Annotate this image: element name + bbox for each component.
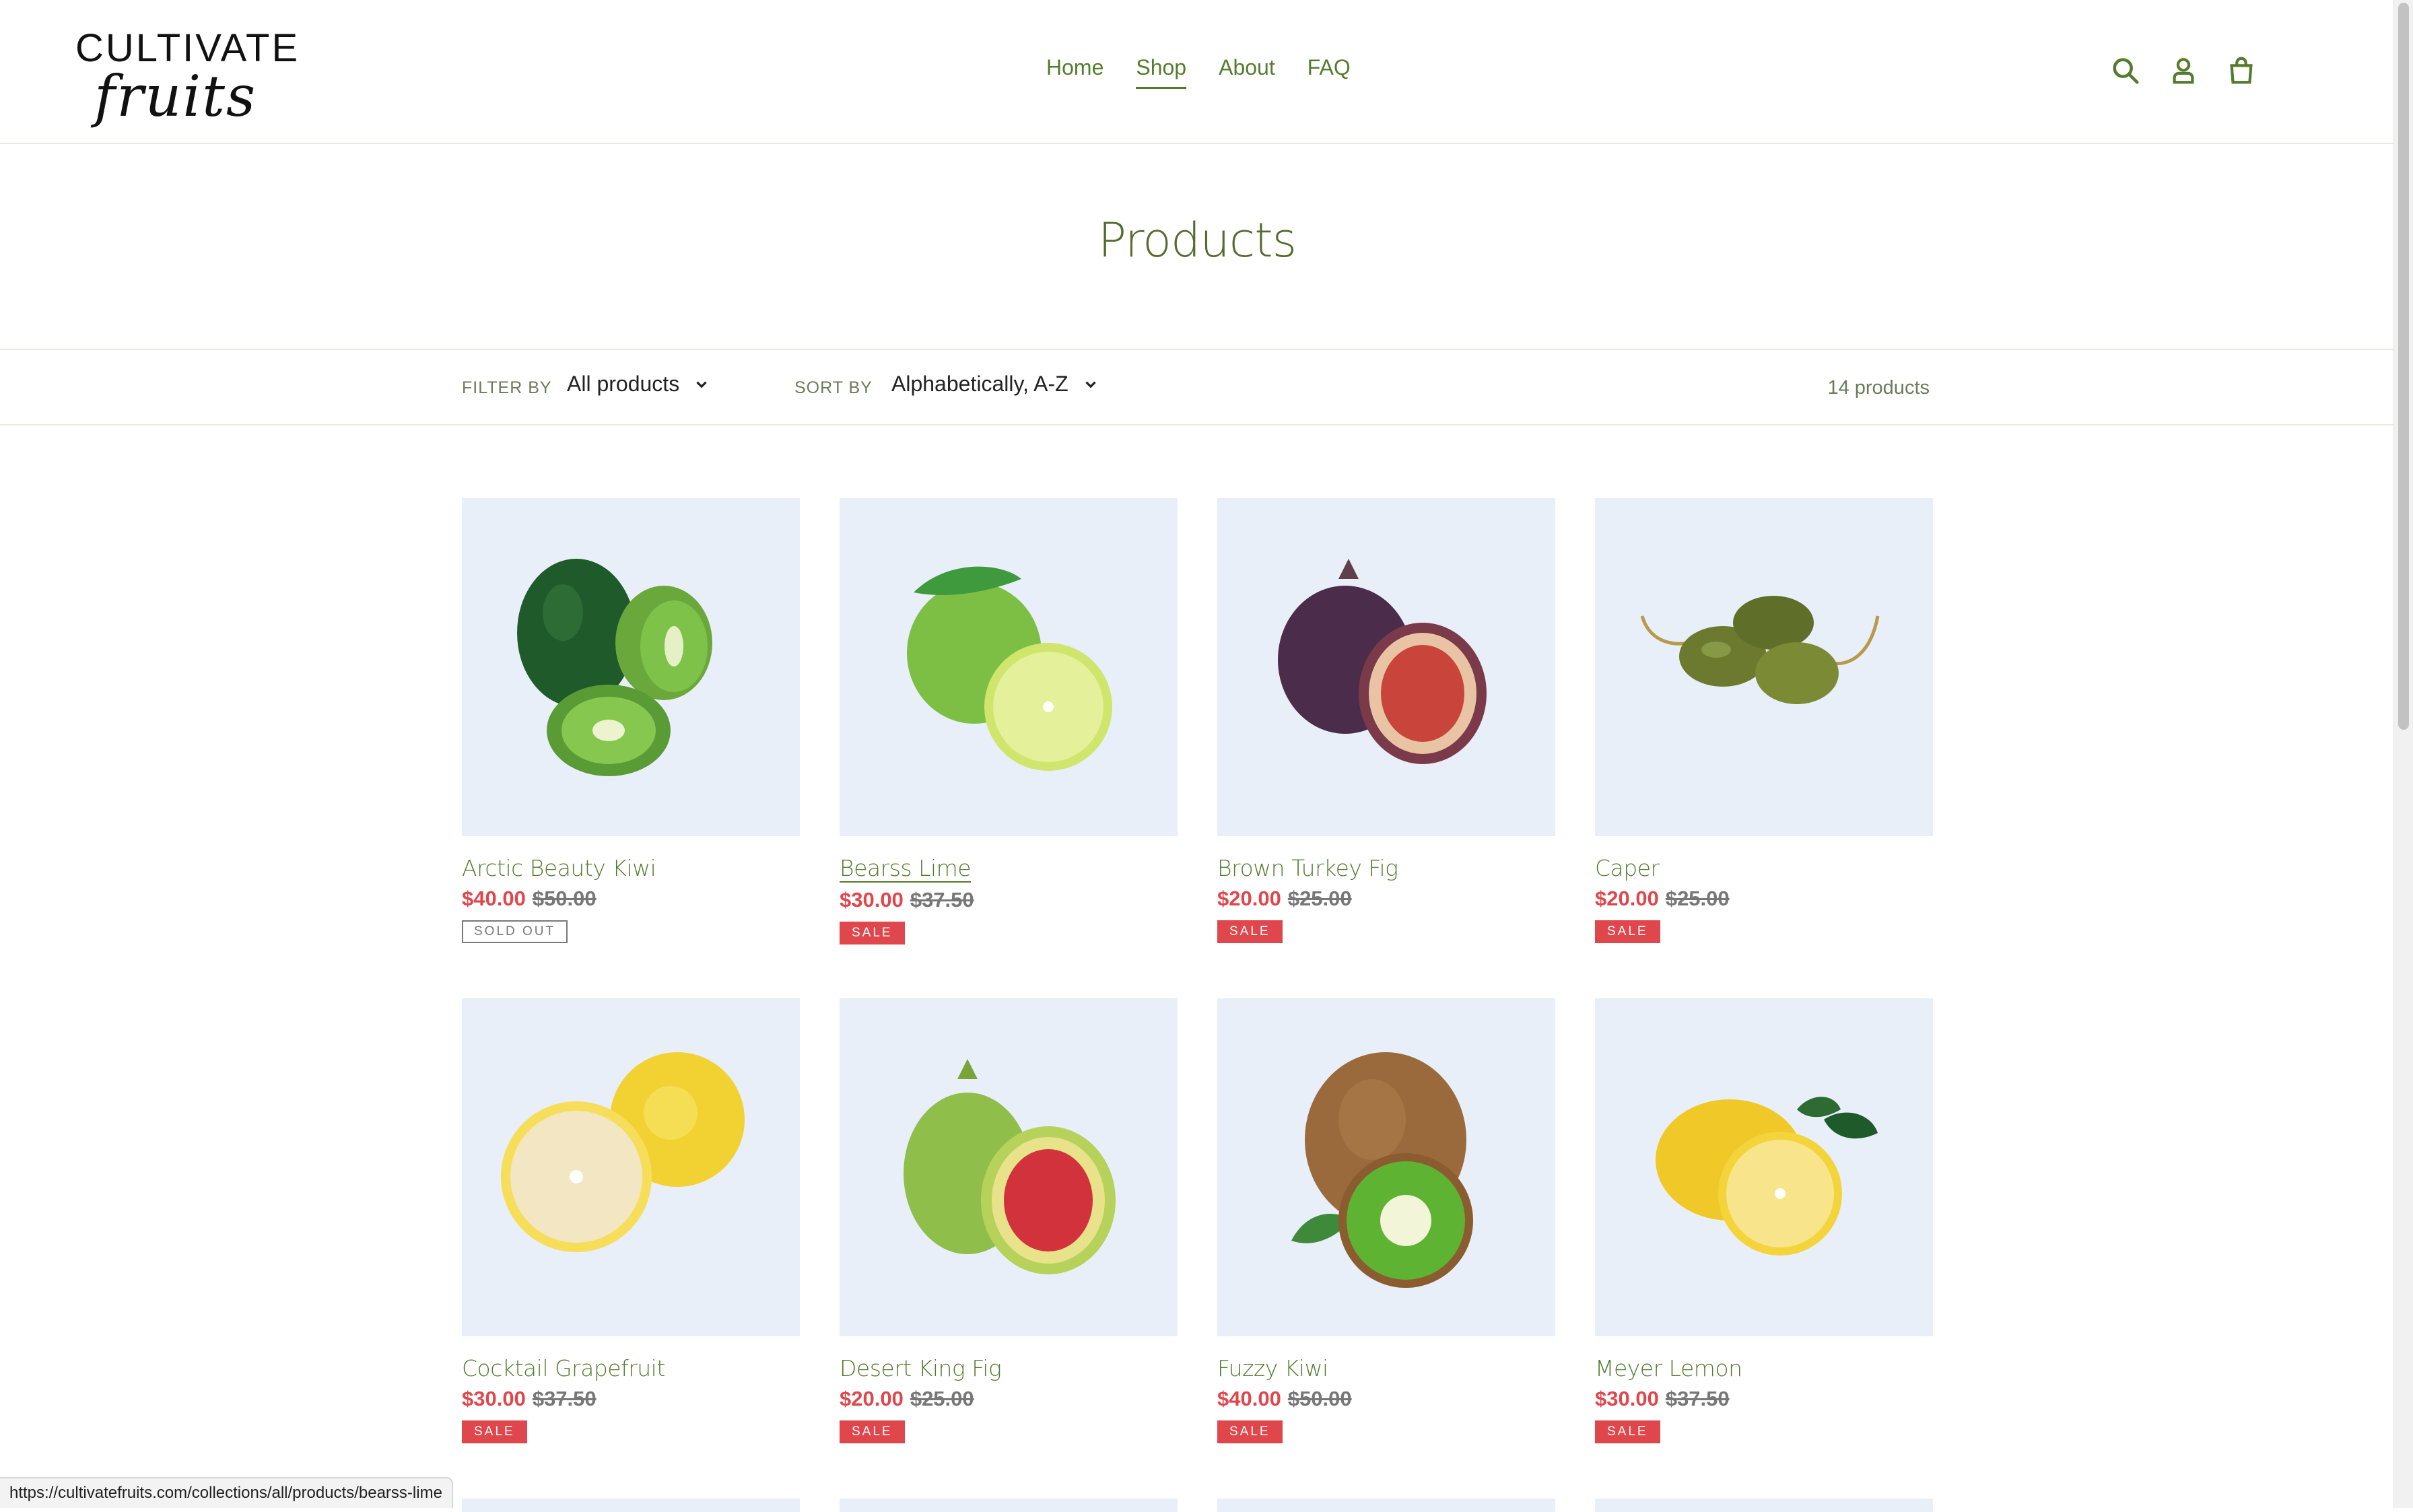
nav-home[interactable]: Home	[1046, 55, 1103, 89]
brand-logo[interactable]: CULTIVATE fruits	[75, 24, 298, 129]
sale-badge: SALE	[1595, 1420, 1660, 1443]
product-card[interactable]: Cocktail Grapefruit $30.00 $37.50 SALE	[462, 998, 800, 1443]
price-block: $20.00 $25.00	[1595, 887, 1933, 911]
price-block: $30.00 $37.50	[1595, 1387, 1933, 1411]
sale-badge: SALE	[840, 1420, 905, 1443]
vertical-scrollbar[interactable]	[2393, 0, 2413, 1508]
regular-price: $25.00	[1287, 887, 1352, 910]
logo-line-2: fruits	[94, 63, 257, 129]
product-card[interactable]: Meyer Lemon $30.00 $37.50 SALE	[1595, 998, 1933, 1443]
product-image[interactable]	[840, 498, 1178, 836]
sale-badge: SALE	[1217, 1420, 1283, 1443]
sold-out-badge: SOLD OUT	[462, 920, 568, 943]
product-title[interactable]: Desert King Fig	[840, 1355, 1002, 1381]
product-title[interactable]: Caper	[1595, 855, 1660, 881]
page-title: Products	[1097, 213, 1297, 268]
sale-price: $20.00	[1595, 887, 1659, 910]
price-block: $40.00 $50.00	[1217, 1387, 1555, 1411]
product-card[interactable]: Arctic Beauty Kiwi $40.00 $50.00 SOLD OUT	[462, 498, 800, 943]
filter-select[interactable]: All products	[567, 372, 710, 397]
cart-icon[interactable]	[2226, 55, 2257, 86]
product-title[interactable]: Arctic Beauty Kiwi	[462, 855, 656, 881]
sale-price: $30.00	[840, 888, 904, 912]
sort-select[interactable]: Alphabetically, A-Z	[891, 372, 1099, 397]
product-count: 14 products	[1827, 377, 1930, 399]
product-image[interactable]	[1217, 498, 1555, 836]
chevron-down-icon	[1085, 381, 1096, 388]
product-card[interactable]: Fuzzy Kiwi $40.00 $50.00 SALE	[1217, 998, 1555, 1443]
nav-about[interactable]: About	[1219, 55, 1275, 89]
regular-price: $37.50	[1665, 1387, 1730, 1410]
regular-price: $37.50	[910, 888, 974, 912]
product-image[interactable]	[1595, 1499, 1933, 1512]
regular-price: $50.00	[532, 887, 597, 910]
product-image[interactable]	[1217, 998, 1555, 1336]
regular-price: $37.50	[532, 1387, 597, 1410]
product-image[interactable]	[840, 998, 1178, 1336]
nav-shop[interactable]: Shop	[1136, 55, 1187, 89]
filter-value: All products	[567, 372, 680, 396]
site-header: CULTIVATE fruits Home Shop About FAQ	[0, 0, 2394, 144]
product-card[interactable]: Bearss Lime $30.00 $37.50 SALE	[840, 498, 1178, 944]
product-image[interactable]	[1595, 998, 1933, 1336]
sale-badge: SALE	[1217, 920, 1283, 943]
scrollbar-thumb[interactable]	[2398, 3, 2409, 730]
product-image[interactable]	[1595, 498, 1933, 836]
product-title[interactable]: Brown Turkey Fig	[1217, 855, 1398, 881]
link-status-bar: https://cultivatefruits.com/collections/…	[0, 1477, 453, 1508]
price-block: $20.00 $25.00	[840, 1387, 1178, 1411]
price-block: $30.00 $37.50	[840, 888, 1178, 912]
sale-price: $20.00	[840, 1387, 904, 1410]
product-image[interactable]	[840, 1499, 1178, 1512]
sort-label: SORT BY	[794, 378, 873, 397]
search-icon[interactable]	[2110, 55, 2141, 86]
regular-price: $25.00	[910, 1387, 974, 1410]
product-title[interactable]: Meyer Lemon	[1595, 1355, 1742, 1381]
account-icon[interactable]	[2168, 55, 2199, 86]
collection-filter-bar: FILTER BY All products SORT BY Alphabeti…	[0, 349, 2394, 425]
product-card[interactable]: Desert King Fig $20.00 $25.00 SALE	[840, 998, 1178, 1443]
price-block: $40.00 $50.00	[462, 887, 800, 911]
filter-label: FILTER BY	[462, 378, 552, 397]
sale-badge: SALE	[840, 922, 905, 944]
product-title[interactable]: Cocktail Grapefruit	[462, 1355, 665, 1381]
sort-value: Alphabetically, A-Z	[891, 372, 1068, 396]
chevron-down-icon	[696, 381, 707, 388]
product-image[interactable]	[462, 1499, 800, 1512]
main-nav: Home Shop About FAQ	[1046, 55, 1351, 89]
nav-faq[interactable]: FAQ	[1307, 55, 1351, 89]
sale-price: $40.00	[1217, 1387, 1281, 1410]
sale-badge: SALE	[1595, 920, 1660, 943]
sale-price: $30.00	[462, 1387, 526, 1410]
product-title[interactable]: Fuzzy Kiwi	[1217, 1355, 1328, 1381]
product-card[interactable]: Caper $20.00 $25.00 SALE	[1595, 498, 1933, 943]
sale-price: $30.00	[1595, 1387, 1659, 1410]
regular-price: $25.00	[1665, 887, 1730, 910]
sale-badge: SALE	[462, 1420, 527, 1443]
header-icons	[2110, 55, 2257, 86]
sale-price: $40.00	[462, 887, 526, 910]
regular-price: $50.00	[1287, 1387, 1352, 1410]
sale-price: $20.00	[1217, 887, 1281, 910]
product-card[interactable]: Brown Turkey Fig $20.00 $25.00 SALE	[1217, 498, 1555, 943]
price-block: $30.00 $37.50	[462, 1387, 800, 1411]
price-block: $20.00 $25.00	[1217, 887, 1555, 911]
product-image[interactable]	[462, 998, 800, 1336]
product-image[interactable]	[462, 498, 800, 836]
product-image[interactable]	[1217, 1499, 1555, 1512]
product-title[interactable]: Bearss Lime	[840, 855, 972, 883]
